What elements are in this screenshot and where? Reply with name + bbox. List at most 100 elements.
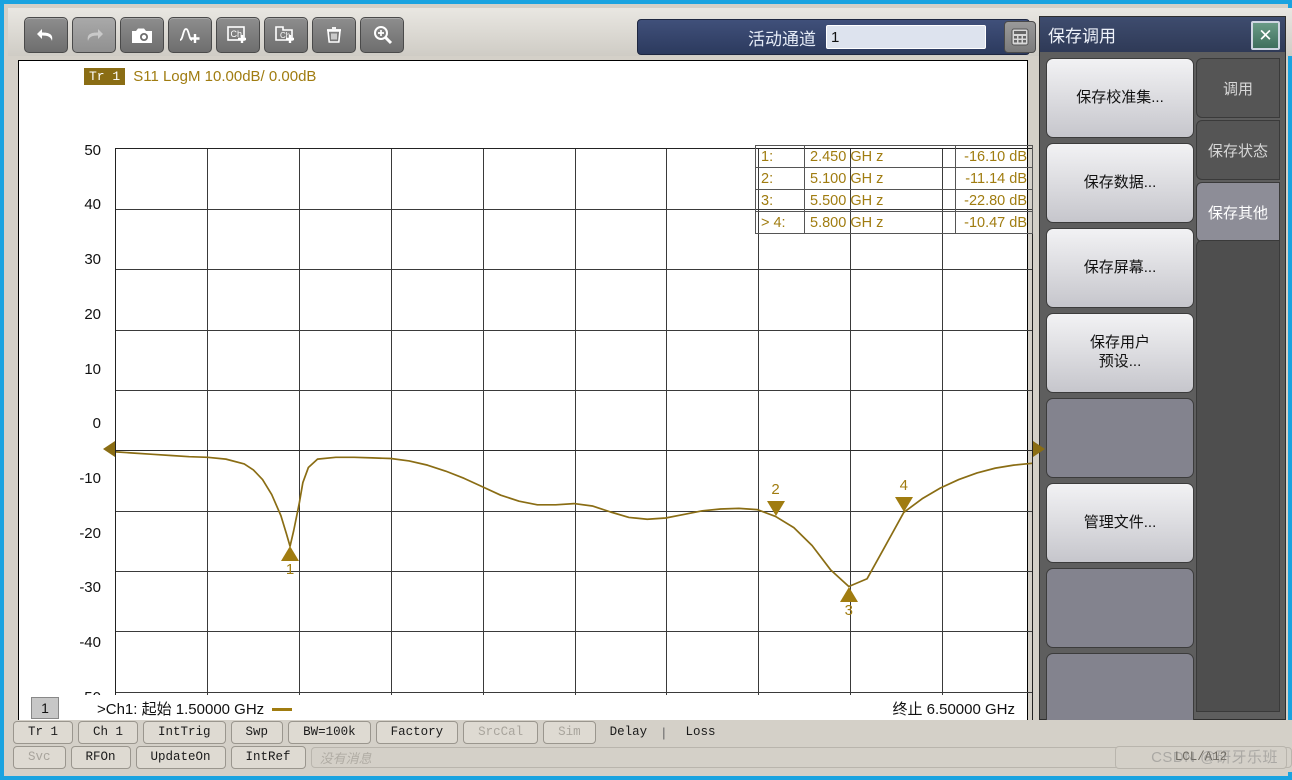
channel-number-badge[interactable]: 1 [31,697,59,719]
marker-value: -16.10 dB [955,145,1033,168]
stop-reference-pointer [1033,441,1045,457]
y-tick-m10: -10 [79,470,101,487]
add-window-icon[interactable]: Ch [264,17,308,53]
status-ref[interactable]: IntRef [230,745,306,769]
trace-description: S11 LogM 10.00dB/ 0.00dB [133,67,317,85]
table-row[interactable]: 1: 2.450 GH z -16.10 dB [755,145,1033,168]
svg-text:Ch: Ch [231,29,243,39]
y-tick-40: 40 [84,196,101,213]
y-tick-10: 10 [84,361,101,378]
marker-freq: 5.500 GH z [804,189,956,212]
marker-value: -11.14 dB [955,167,1033,190]
status-srccal[interactable]: SrcCal [463,720,539,744]
marker-triangle-icon [839,586,858,602]
status-svc[interactable]: Svc [13,745,66,769]
active-channel-input[interactable]: 1 [826,25,986,49]
y-tick-20: 20 [84,306,101,323]
status-trace[interactable]: Tr 1 [13,720,74,744]
table-row[interactable]: 2: 5.100 GH z -11.14 dB [755,167,1033,190]
y-tick-30: 30 [84,251,101,268]
marker-freq: 5.800 GH z [804,211,956,234]
status-row-1: Tr 1 Ch 1 IntTrig Swp BW=100k Factory Sr… [8,720,1292,744]
marker-number-label: 4 [899,477,908,495]
marker-triangle-icon [894,497,913,513]
table-row[interactable]: 3: 5.500 GH z -22.80 dB [755,189,1033,212]
tab-save-state[interactable]: 保存状态 [1196,120,1280,180]
marker-value: -10.47 dB [955,211,1033,234]
status-sweep[interactable]: Swp [230,720,284,744]
panel-title-bar: 保存调用 ✕ [1040,17,1285,53]
plot-area[interactable]: 1 2 3 4 [115,148,1033,751]
vna-application-window: Ch Ch 活动通道 1 50 40 30 20 10 0 -10 -20 -3… [0,0,1292,780]
camera-icon[interactable] [120,17,164,53]
status-divider: | [662,724,666,740]
keypad-icon[interactable] [1004,21,1036,53]
y-tick-0: 0 [92,415,101,432]
zoom-in-icon[interactable] [360,17,404,53]
marker-number-label: 2 [771,481,780,499]
undo-icon[interactable] [24,17,68,53]
status-cal[interactable]: Factory [375,720,459,744]
status-lcl-indicator[interactable]: LCL/A12 [1115,745,1287,769]
status-ifbw[interactable]: BW=100k [288,720,371,744]
marker-triangle-icon [766,501,785,517]
marker-3[interactable]: 3 [839,586,858,619]
marker-value: -22.80 dB [955,189,1033,212]
close-icon[interactable]: ✕ [1251,21,1280,50]
panel-body: 保存校准集... 保存数据... 保存屏幕... 保存用户 预设... 管理文件… [1040,52,1285,733]
redo-icon[interactable] [72,17,116,53]
start-reference-pointer [103,441,115,457]
delete-icon[interactable] [312,17,356,53]
channel-info-strip: 1 >Ch1: 起始 1.50000 GHz 终止 6.50000 GHz [19,695,1027,721]
add-channel-icon[interactable]: Ch [216,17,260,53]
active-channel-label: 活动通道 [748,29,816,49]
status-loss[interactable]: Loss [677,722,725,743]
y-tick-m30: -30 [79,579,101,596]
marker-freq: 5.100 GH z [804,167,956,190]
trace-label[interactable]: Tr 1 S11 LogM 10.00dB/ 0.00dB [84,67,316,85]
softkey-empty-1[interactable] [1046,398,1194,478]
marker-2[interactable]: 2 [766,481,785,517]
graph-panel: 50 40 30 20 10 0 -10 -20 -30 -40 -50 [18,60,1045,751]
panel-tab-list: 调用 保存状态 保存其他 [1196,58,1280,244]
sweep-start-label[interactable]: >Ch1: 起始 1.50000 GHz [97,698,293,719]
sweep-stop-label[interactable]: 终止 6.50000 GHz [892,698,1015,719]
status-row-2: Svc RFOn UpdateOn IntRef 没有消息 LCL/A12 [8,745,1292,769]
marker-number-label: 3 [844,601,853,619]
marker-id: > 4: [755,211,805,234]
status-sim[interactable]: Sim [543,720,596,744]
softkey-empty-2[interactable] [1046,568,1194,648]
marker-layer: 1 2 3 4 [116,149,1032,750]
marker-4[interactable]: 4 [894,477,913,513]
status-channel[interactable]: Ch 1 [78,720,139,744]
status-update[interactable]: UpdateOn [135,745,226,769]
marker-number-label: 1 [285,561,295,579]
active-channel-bar: 活动通道 1 [637,19,1030,55]
save-recall-panel: 保存调用 ✕ 保存校准集... 保存数据... 保存屏幕... 保存用户 预设.… [1039,16,1286,733]
y-tick-m20: -20 [79,525,101,542]
page-title: 保存调用 [1048,27,1116,46]
save-user-preset-button[interactable]: 保存用户 预设... [1046,313,1194,393]
y-tick-50: 50 [84,142,101,159]
status-rf[interactable]: RFOn [70,745,131,769]
save-screen-button[interactable]: 保存屏幕... [1046,228,1194,308]
save-data-button[interactable]: 保存数据... [1046,143,1194,223]
status-trigger[interactable]: IntTrig [143,720,226,744]
status-bars: Tr 1 Ch 1 IntTrig Swp BW=100k Factory Sr… [8,720,1292,772]
table-row[interactable]: > 4: 5.800 GH z -10.47 dB [755,211,1033,234]
tab-recall[interactable]: 调用 [1196,58,1280,118]
add-trace-icon[interactable] [168,17,212,53]
status-delay[interactable]: Delay [601,722,657,743]
trace-badge: Tr 1 [84,67,126,85]
manage-files-button[interactable]: 管理文件... [1046,483,1194,563]
trace-color-swatch [272,708,293,712]
tab-save-others[interactable]: 保存其他 [1196,182,1280,242]
save-cal-set-button[interactable]: 保存校准集... [1046,58,1194,138]
marker-id: 2: [755,167,805,190]
marker-triangle-icon [281,546,300,562]
tab-filler [1196,240,1280,712]
marker-1[interactable]: 1 [281,546,300,578]
softkey-list: 保存校准集... 保存数据... 保存屏幕... 保存用户 预设... 管理文件… [1046,58,1194,738]
marker-readout-table: 1: 2.450 GH z -16.10 dB 2: 5.100 GH z -1… [755,145,1033,234]
marker-id: 1: [755,145,805,168]
